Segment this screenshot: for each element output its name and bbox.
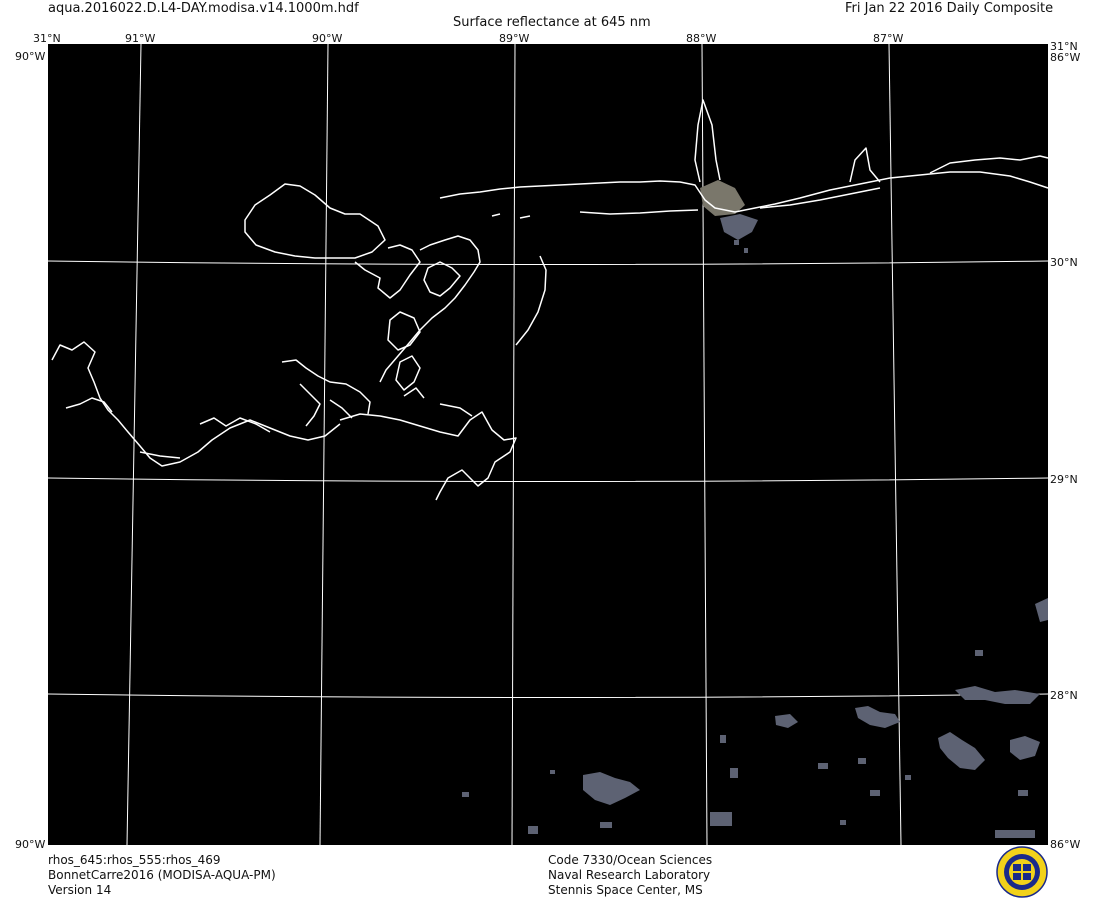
lon-label-91w: 91°W — [125, 32, 155, 45]
lat-labels-left: 30°N 29°N 28°N — [16, 256, 44, 702]
corner-lon-bottom-right: 86°W — [1050, 838, 1080, 851]
lat-labels-right: 30°N 29°N 28°N — [1050, 256, 1078, 702]
footer-lab: Naval Research Laboratory — [548, 868, 711, 882]
nrl-seal-icon — [996, 846, 1048, 898]
lon-label-89w: 89°W — [499, 32, 529, 45]
footer-version: Version 14 — [48, 883, 112, 897]
lon-label-90w: 90°W — [312, 32, 342, 45]
corner-lon-top-right: 86°W — [1050, 51, 1080, 64]
lat-label-30n-left: 30°N — [16, 256, 44, 269]
footer-code: Code 7330/Ocean Sciences — [548, 853, 713, 867]
footer-dataset: BonnetCarre2016 (MODISA-AQUA-PM) — [48, 868, 276, 882]
lat-label-28n-right: 28°N — [1050, 689, 1078, 702]
lon-label-88w: 88°W — [686, 32, 716, 45]
lat-label-28n-left: 28°N — [16, 689, 44, 702]
footer-bands: rhos_645:rhos_555:rhos_469 — [48, 853, 221, 867]
lat-label-29n-left: 29°N — [16, 473, 44, 486]
corner-lat-top-left: 31°N — [33, 32, 61, 45]
map-area — [48, 44, 1048, 845]
corner-lon-top-left: 90°W — [15, 50, 45, 63]
footer-location: Stennis Space Center, MS — [548, 883, 703, 897]
lat-label-29n-right: 29°N — [1050, 473, 1078, 486]
corner-lon-bottom-left: 90°W — [15, 838, 45, 851]
lon-label-87w: 87°W — [873, 32, 903, 45]
map-canvas: 31°N 91°W 90°W 89°W 88°W 87°W 31°N 30°N … — [15, 32, 1080, 851]
lat-label-30n-right: 30°N — [1050, 256, 1078, 269]
